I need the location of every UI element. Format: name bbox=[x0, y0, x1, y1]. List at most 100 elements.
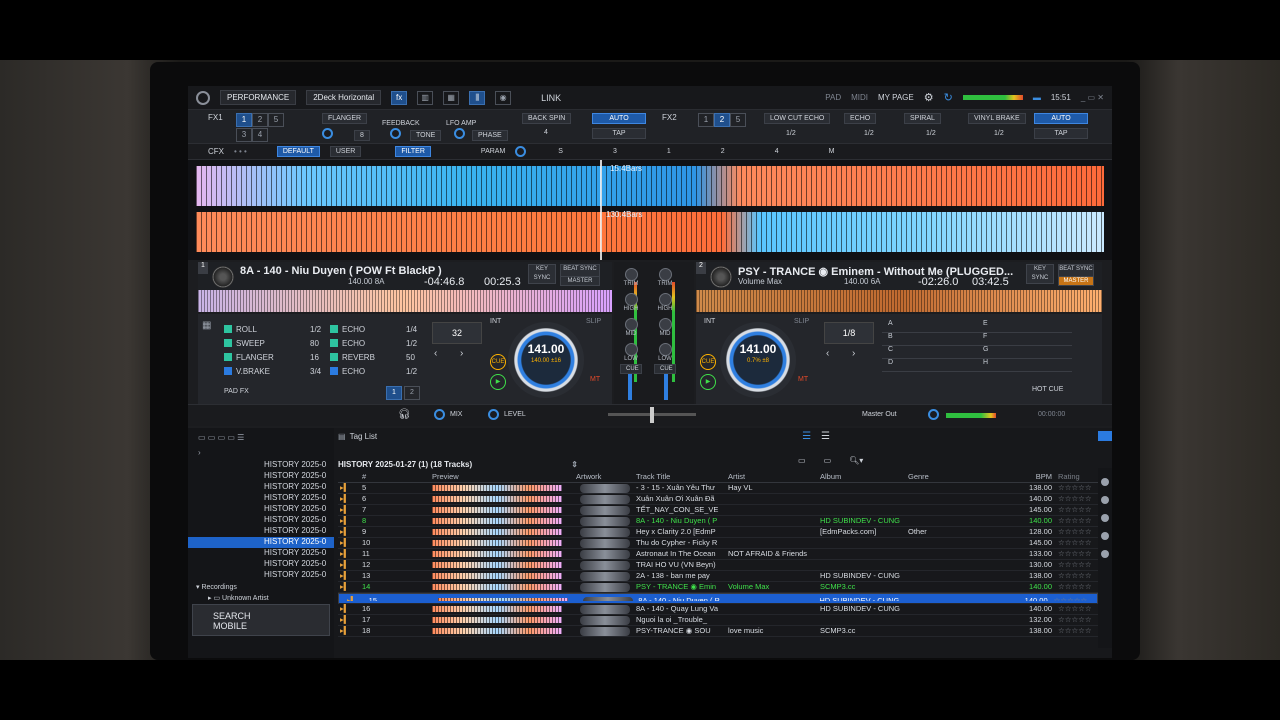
history-item[interactable]: HISTORY 2025-0 bbox=[188, 570, 334, 581]
pad-fx-row[interactable]: ROLL 1/2 ECHO 1/4 bbox=[224, 322, 420, 336]
col-artist[interactable]: Artist bbox=[726, 472, 818, 482]
hot-cue-pad[interactable]: B bbox=[882, 333, 977, 346]
deck2-mt-button[interactable]: MT bbox=[798, 376, 808, 383]
recordings-folder[interactable]: ▾ Recordings bbox=[188, 583, 334, 594]
fx1-effect-select[interactable]: FLANGER bbox=[322, 113, 368, 124]
preview-waveform[interactable] bbox=[432, 551, 562, 557]
history-item[interactable]: HISTORY 2025-0 bbox=[188, 548, 334, 559]
deck2-play-icon[interactable]: ▶ bbox=[700, 374, 716, 390]
hot-cue-mode-label[interactable]: HOT CUE bbox=[1032, 386, 1063, 393]
hot-cue-pad[interactable]: F bbox=[977, 333, 1072, 346]
history-item[interactable]: HISTORY 2025-0 bbox=[188, 504, 334, 515]
table-row[interactable]: ▸▍ 5 - 3 - 15 - Xuân Yêu Thư Hay VL 138.00 ☆☆… bbox=[338, 483, 1098, 494]
table-row[interactable]: ▸▍ 6 Xuân Xuân Ơi Xuân Đã 140.00 ☆☆☆☆☆ bbox=[338, 494, 1098, 505]
deck2-key-sync-button[interactable]: KEY SYNC bbox=[1026, 264, 1054, 284]
col-title[interactable]: Track Title bbox=[634, 472, 726, 482]
sampler-icon[interactable]: ▥ bbox=[417, 90, 434, 105]
mixer-icon[interactable]: ⫼ bbox=[469, 90, 486, 105]
rail-icon[interactable] bbox=[1101, 550, 1109, 558]
sidebar-toolbar[interactable]: ▭ ▭ ▭ ▭ ☰ bbox=[188, 428, 334, 448]
rail-icon[interactable] bbox=[1101, 532, 1109, 540]
headphone-level-knob[interactable] bbox=[488, 409, 499, 420]
table-row[interactable]: ▸▍ 16 8A - 140 - Quay Lung Va HD SUBINDEV -… bbox=[338, 604, 1098, 615]
cfx-filter-button[interactable]: FILTER bbox=[395, 146, 431, 157]
ch2-cue-button[interactable]: CUE bbox=[654, 364, 676, 374]
fx1-knob-3[interactable] bbox=[454, 128, 465, 139]
deck2-loop-prev-icon[interactable]: ‹ bbox=[826, 348, 829, 359]
grid-icon[interactable]: ▦ bbox=[443, 90, 460, 105]
hot-cue-pad[interactable]: D bbox=[882, 359, 977, 372]
history-item[interactable]: HISTORY 2025-0 bbox=[188, 526, 334, 537]
ch1-high-knob[interactable] bbox=[624, 293, 638, 306]
sync-icon[interactable]: ↻ bbox=[944, 91, 953, 104]
gear-icon[interactable]: ⚙ bbox=[924, 91, 934, 104]
midi-button[interactable]: MIDI bbox=[851, 93, 868, 102]
fx2-auto-button[interactable]: AUTO bbox=[1034, 113, 1088, 124]
deck1-cue-button[interactable]: CUE bbox=[490, 354, 506, 370]
preview-waveform[interactable] bbox=[432, 518, 562, 524]
deck1-waveform[interactable] bbox=[196, 166, 1104, 206]
deck2-loop-next-icon[interactable]: › bbox=[852, 348, 855, 359]
table-row[interactable]: ▸▍ 7 TẾT_NAY_CON_SE_VE 145.00 ☆☆☆☆☆ bbox=[338, 505, 1098, 516]
fx2-beat-1[interactable]: 1 bbox=[698, 113, 714, 127]
fx1-auto-button[interactable]: AUTO bbox=[592, 113, 646, 124]
ch1-cue-button[interactable]: CUE bbox=[620, 364, 642, 374]
tag-list-tab[interactable]: Tag List bbox=[350, 432, 378, 441]
table-row[interactable]: ▸▍ 14 PSY - TRANCE ◉ Emin Volume Max SCMP3.c… bbox=[338, 582, 1098, 593]
history-item[interactable]: HISTORY 2025-0 bbox=[188, 482, 334, 493]
table-row[interactable]: ▸▍ 9 Hey x Clarity 2.0 [EdmP [EdmPacks.com]… bbox=[338, 527, 1098, 538]
master-level-knob[interactable] bbox=[928, 409, 939, 420]
hot-cue-pad[interactable]: H bbox=[977, 359, 1072, 372]
col-album[interactable]: Album bbox=[818, 472, 906, 482]
pad-fx-row[interactable]: FLANGER 16 REVERB 50 bbox=[224, 350, 420, 364]
col-artwork[interactable]: Artwork bbox=[574, 472, 634, 482]
deck2-overview-waveform[interactable] bbox=[696, 290, 1102, 312]
ch1-mid-knob[interactable] bbox=[624, 318, 638, 331]
history-item[interactable]: HISTORY 2025-0 bbox=[188, 460, 334, 471]
table-row[interactable]: ▸▍ 12 TRAI HO VU (VN Beyn) 130.00 ☆☆☆☆☆ bbox=[338, 560, 1098, 571]
table-row[interactable]: ▸▍ 18 PSY-TRANCE ◉ SOU love music SCMP3.cc 13… bbox=[338, 626, 1098, 637]
preview-waveform[interactable] bbox=[432, 529, 562, 535]
col-preview[interactable]: Preview bbox=[430, 472, 574, 482]
history-item[interactable]: HISTORY 2025-0 bbox=[188, 493, 334, 504]
pad-fx-row[interactable]: V.BRAKE 3/4 ECHO 1/2 bbox=[224, 364, 420, 378]
deck2-int-label[interactable]: INT bbox=[704, 318, 715, 325]
ch2-fader[interactable] bbox=[664, 374, 668, 400]
preview-waveform[interactable] bbox=[437, 598, 568, 601]
deck1-key-sync-button[interactable]: KEY SYNC bbox=[528, 264, 556, 284]
table-row[interactable]: ▸▍ 17 Nguoi la oi _Trouble_ 132.00 ☆☆☆☆☆ bbox=[338, 615, 1098, 626]
deck1-loop-prev-icon[interactable]: ‹ bbox=[434, 348, 437, 359]
preview-waveform[interactable] bbox=[432, 573, 562, 579]
fx2-effect-4[interactable]: VINYL BRAKE bbox=[968, 113, 1026, 124]
deck2-loop-length[interactable]: 1/8 bbox=[824, 322, 874, 344]
ch2-high-knob[interactable] bbox=[658, 293, 672, 306]
fx1-beat-4[interactable]: 3 bbox=[236, 128, 252, 142]
fx2-effect-1[interactable]: LOW CUT ECHO bbox=[764, 113, 831, 124]
cfx-default-button[interactable]: DEFAULT bbox=[276, 146, 320, 157]
fx1-knob-2[interactable] bbox=[390, 128, 401, 139]
preview-waveform[interactable] bbox=[432, 628, 562, 634]
pad-fx-label[interactable]: PAD FX bbox=[224, 388, 249, 395]
hot-cue-pad[interactable]: E bbox=[977, 320, 1072, 333]
grid-view-icon[interactable]: ▭ bbox=[798, 456, 806, 465]
col-rating[interactable]: Rating bbox=[1056, 472, 1096, 482]
history-item[interactable]: HISTORY 2025-0 bbox=[188, 515, 334, 526]
ch1-trim-knob[interactable] bbox=[624, 268, 638, 281]
ch2-trim-knob[interactable] bbox=[658, 268, 672, 281]
deck2-cue-button[interactable]: CUE bbox=[700, 354, 716, 370]
pad-grid-icon[interactable]: ▦ bbox=[202, 320, 211, 331]
table-row[interactable]: ▸▍ 8 8A - 140 - Niu Duyen ( P HD SUBINDEV -… bbox=[338, 516, 1098, 527]
fx1-beat-2[interactable]: 2 bbox=[252, 113, 268, 127]
preview-waveform[interactable] bbox=[432, 507, 562, 513]
detail-view-icon[interactable]: ☰ bbox=[821, 431, 830, 442]
ch1-fader[interactable] bbox=[628, 374, 632, 400]
deck1-overview-waveform[interactable] bbox=[198, 290, 612, 312]
layout-select[interactable]: PERFORMANCE bbox=[220, 90, 297, 105]
rail-icon[interactable] bbox=[1101, 478, 1109, 486]
fx1-tone-button[interactable]: TONE bbox=[410, 130, 442, 141]
pad-page-1[interactable]: 1 bbox=[386, 386, 402, 400]
fx1-beat-3[interactable]: 5 bbox=[268, 113, 284, 127]
pad-button[interactable]: PAD bbox=[825, 93, 841, 102]
preview-waveform[interactable] bbox=[432, 617, 562, 623]
fx1-tap-button[interactable]: TAP bbox=[592, 128, 646, 139]
